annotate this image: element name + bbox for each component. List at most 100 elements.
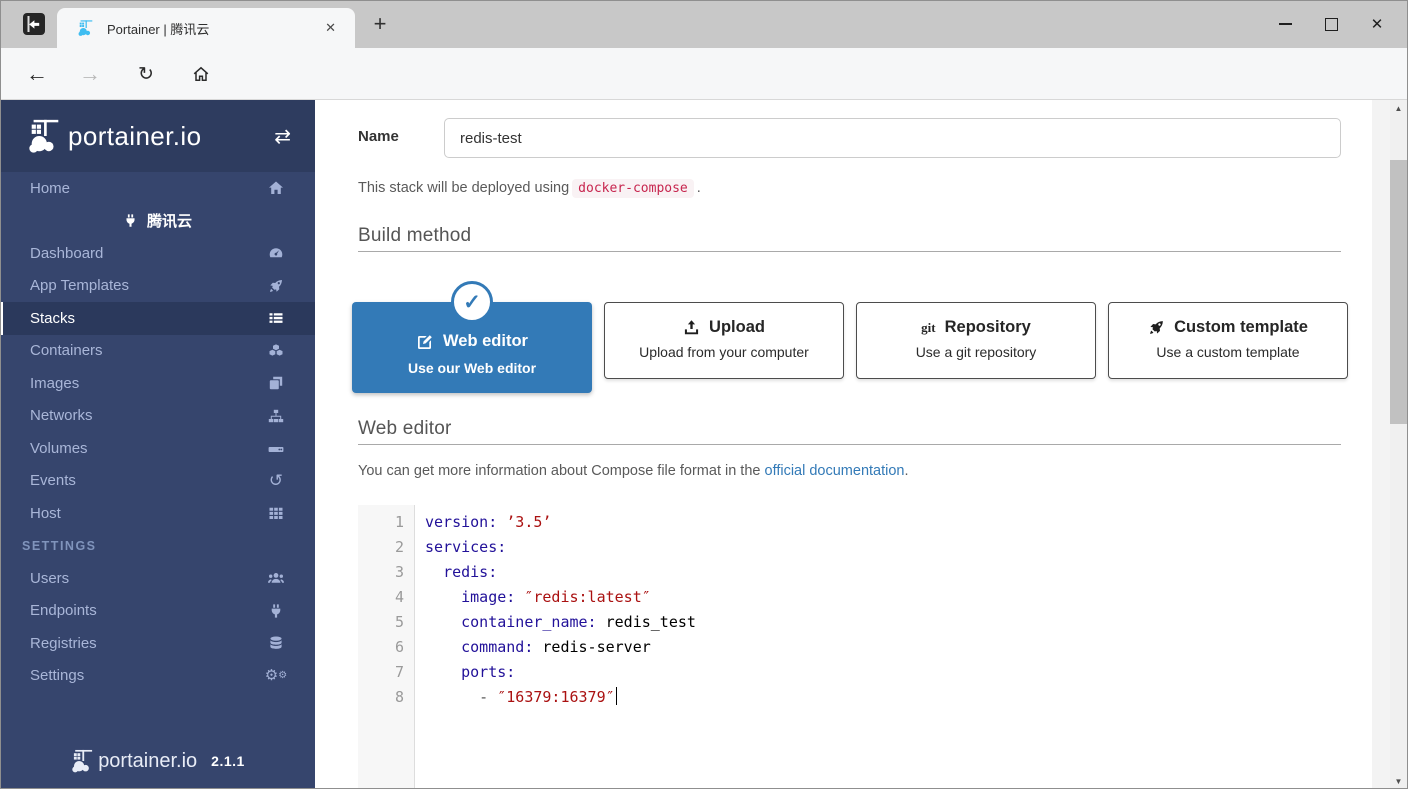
plug-icon <box>123 213 138 228</box>
line-number: 5 <box>394 613 404 631</box>
browser-tab[interactable]: Portainer | 腾讯云 ✕ <box>57 8 355 48</box>
editor-info-text: You can get more information about Compo… <box>358 463 761 479</box>
footer-logo-text: portainer.io <box>98 749 198 772</box>
build-method-repository[interactable]: git Repository Use a git repository <box>856 302 1096 379</box>
build-method-upload[interactable]: Upload Upload from your computer <box>604 302 844 379</box>
editor-code-area[interactable]: version: ’3.5’ services: redis: image: ″r… <box>416 505 1341 710</box>
sidebar-item-label: Host <box>30 504 61 522</box>
browser-scrollbar[interactable]: ▲ ▼ <box>1390 100 1407 789</box>
sidebar-item-images[interactable]: Images <box>0 367 315 400</box>
line-number: 2 <box>394 538 404 556</box>
new-tab-button[interactable]: + <box>366 10 394 38</box>
build-method-web-editor[interactable]: ✓ Web editor Use our Web editor <box>352 281 592 393</box>
refresh-button[interactable]: ↻ <box>130 58 162 90</box>
sidebar-item-volumes[interactable]: Volumes <box>0 432 315 465</box>
compose-code-editor[interactable]: 1 2 3 4 5 6 7 8 version: ’3.5’ services: redis: … <box>358 505 1341 789</box>
web-editor-title: Web editor <box>358 418 452 439</box>
sidebar-item-users[interactable]: Users <box>0 562 315 595</box>
text-cursor <box>615 687 618 705</box>
dashboard-icon <box>267 244 285 262</box>
scrollbar-thumb[interactable] <box>1390 160 1407 424</box>
portainer-favicon-icon <box>77 19 95 37</box>
main-content: Name This stack will be deployed usingdo… <box>315 100 1374 789</box>
browser-toolbar: ← → ↻ 127.0.0.1:9000/#!/2/docker/stacks/… <box>0 48 1408 143</box>
sidebar-item-label: Events <box>30 472 76 490</box>
card-title-text: Repository <box>944 318 1031 336</box>
sidebar-item-containers[interactable]: Containers <box>0 335 315 368</box>
portainer-logo-icon <box>26 117 64 155</box>
sidebar-item-label: Dashboard <box>30 244 104 262</box>
sidebar-item-home[interactable]: Home <box>0 172 315 205</box>
users-icon <box>267 569 285 587</box>
code-line: container_name: redis_test <box>461 613 696 631</box>
card-title-text: Upload <box>709 318 765 336</box>
line-number: 7 <box>394 663 404 681</box>
cogs-icon: ⚙⚙ <box>264 666 288 685</box>
sidebar-item-networks[interactable]: Networks <box>0 400 315 433</box>
sidebar-item-label: Home <box>30 179 71 197</box>
sidebar-item-dashboard[interactable]: Dashboard <box>0 237 315 270</box>
maximize-button[interactable] <box>1308 4 1354 44</box>
hdd-icon <box>267 439 285 457</box>
sidebar-item-stacks[interactable]: Stacks <box>0 302 315 335</box>
sidebar-endpoint-腾讯云[interactable]: 腾讯云 <box>0 205 315 238</box>
editor-info: You can get more information about Compo… <box>358 463 909 479</box>
upload-icon <box>683 319 700 336</box>
close-button[interactable]: ✕ <box>1354 4 1400 44</box>
line-number: 8 <box>394 688 404 706</box>
sidebar-item-label: Images <box>30 374 80 392</box>
line-number: 4 <box>394 588 404 606</box>
sidebar-item-app-templates[interactable]: App Templates <box>0 270 315 303</box>
rocket-icon <box>267 277 285 295</box>
stack-name-input[interactable] <box>444 118 1341 158</box>
line-number: 1 <box>394 513 404 531</box>
sidebar-item-host[interactable]: Host <box>0 497 315 530</box>
footer-logo-icon <box>70 748 96 774</box>
layers-icon <box>267 374 285 392</box>
sidebar-item-label: Endpoints <box>30 602 97 620</box>
sidebar-item-registries[interactable]: Registries <box>0 627 315 660</box>
sidebar-item-label: Settings <box>30 667 85 685</box>
code-line: - ″16379:16379″ <box>425 685 1341 710</box>
sidebar-section-settings: SETTINGS <box>22 538 97 553</box>
card-subtitle: Use a git repository <box>915 344 1037 360</box>
card-title-text: Web editor <box>443 332 528 350</box>
card-title: Web editor <box>352 332 592 351</box>
portainer-sidebar: portainer.io ⇄ Home 腾讯云 Dashboard App Templ… <box>0 100 315 789</box>
sidebar-item-endpoints[interactable]: Endpoints <box>0 595 315 628</box>
sitemap-icon <box>267 407 285 425</box>
back-button[interactable]: ← <box>21 58 53 90</box>
name-label: Name <box>358 128 399 145</box>
code-line: redis: <box>443 563 498 581</box>
window-controls: ✕ <box>1262 0 1400 48</box>
sidebar-footer: portainer.io 2.1.1 <box>0 733 315 789</box>
sidebar-logo-text: portainer.io <box>68 120 202 151</box>
window-app-icon[interactable] <box>21 11 47 37</box>
card-title: git Repository <box>857 318 1095 337</box>
endpoint-label: 腾讯云 <box>146 213 192 231</box>
home-button[interactable] <box>185 58 217 90</box>
sidebar-toggle-icon[interactable]: ⇄ <box>274 124 291 149</box>
card-subtitle: Upload from your computer <box>639 344 809 360</box>
tab-close-icon[interactable]: ✕ <box>320 18 341 38</box>
browser-tab-strip: Portainer | 腾讯云 ✕ + ✕ <box>0 0 1408 48</box>
build-method-rule <box>358 251 1341 252</box>
code-line: command: redis-server <box>461 638 651 656</box>
official-documentation-link[interactable]: official documentation <box>765 463 905 479</box>
scroll-up-arrow-icon[interactable]: ▲ <box>1390 100 1407 116</box>
line-number: 6 <box>394 638 404 656</box>
minimize-button[interactable] <box>1262 4 1308 44</box>
sidebar-item-settings[interactable]: Settings ⚙⚙ <box>0 660 315 693</box>
editor-info-suffix: . <box>904 463 909 479</box>
scroll-down-arrow-icon[interactable]: ▼ <box>1390 773 1407 789</box>
card-title-text: Custom template <box>1174 318 1308 336</box>
build-method-custom-template[interactable]: Custom template Use a custom template <box>1108 302 1348 379</box>
sidebar-item-label: Containers <box>30 342 103 360</box>
sidebar-item-label: Volumes <box>30 439 88 457</box>
build-method-title: Build method <box>358 225 472 246</box>
git-icon: git <box>921 320 936 335</box>
code-line: services: <box>425 538 507 556</box>
deploy-note: This stack will be deployed using docker-… <box>358 179 701 198</box>
home-icon <box>267 179 285 197</box>
sidebar-item-events[interactable]: Events ↺ <box>0 465 315 498</box>
